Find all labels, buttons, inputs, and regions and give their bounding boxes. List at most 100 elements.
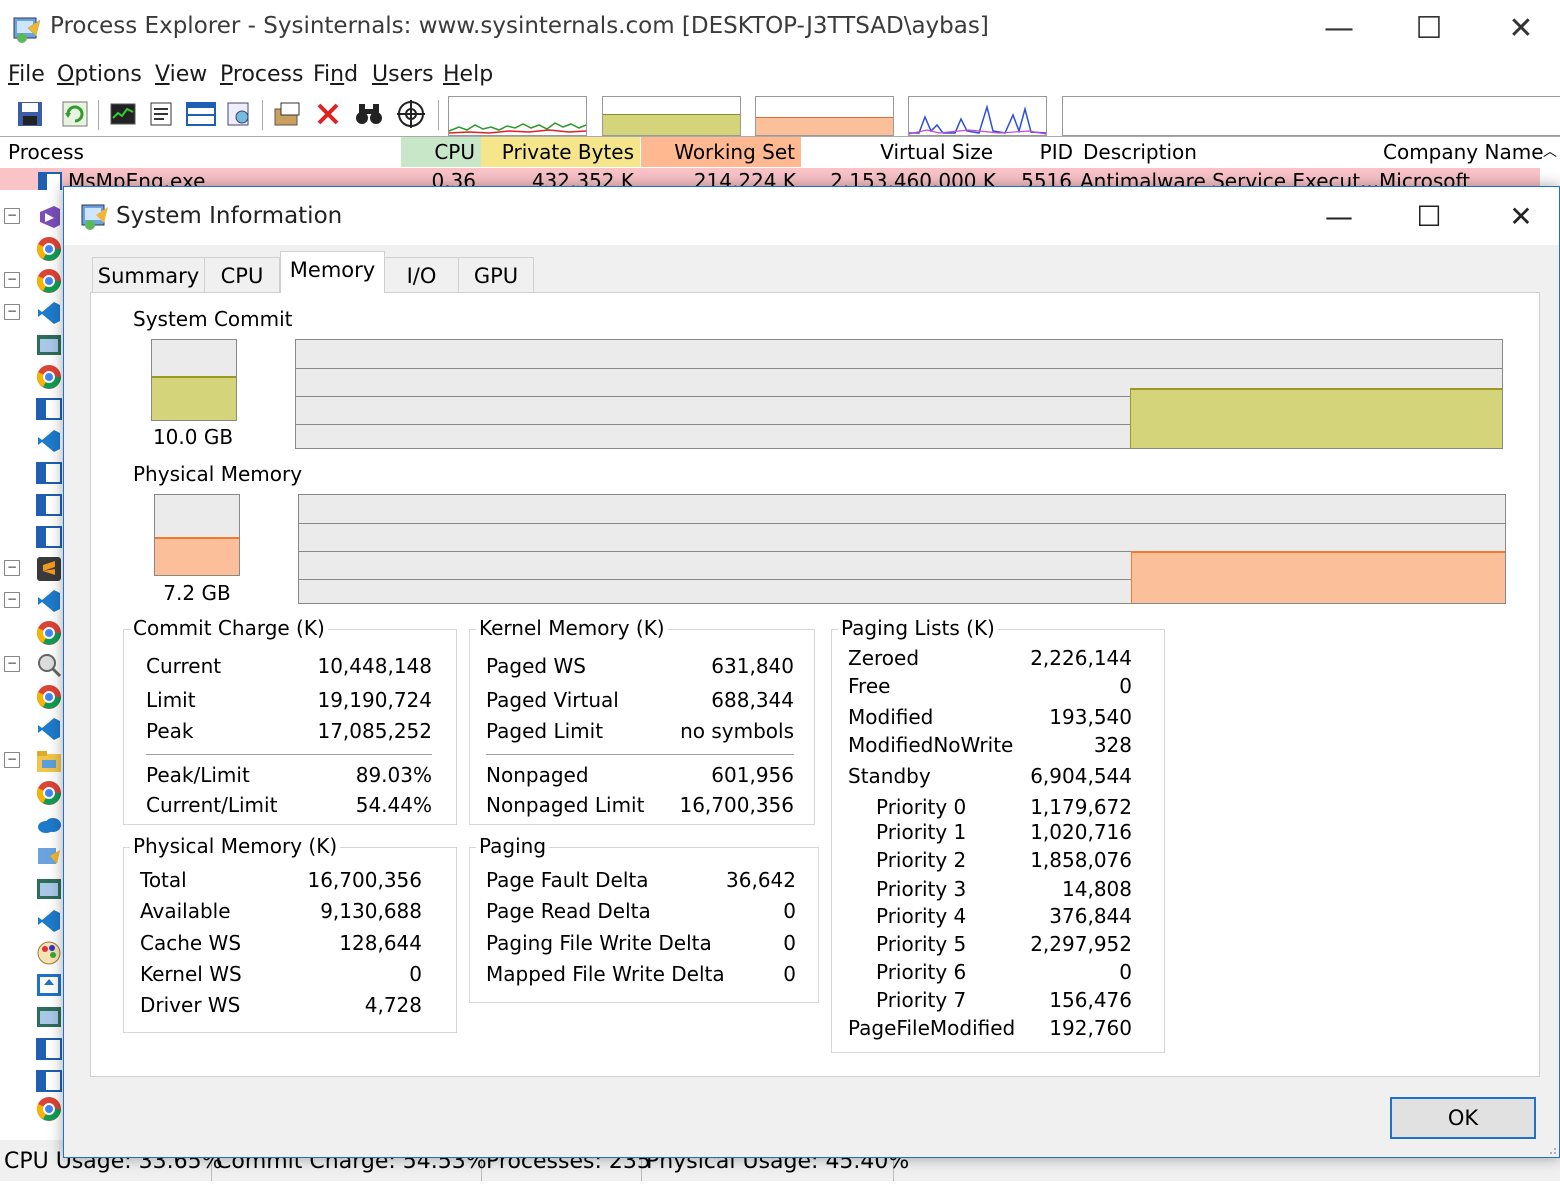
phys-driver-ws-value: 4,728 <box>364 993 422 1017</box>
menu-item[interactable]: Find <box>313 62 358 87</box>
paging-list-label: Priority 0 <box>876 795 967 819</box>
collapse-toggle[interactable]: − <box>4 560 20 576</box>
phys-cache-ws-label: Cache WS <box>140 931 242 955</box>
find-button[interactable] <box>354 98 384 130</box>
close-icon: ✕ <box>1508 10 1534 46</box>
column-pid-label: PID <box>1039 140 1073 164</box>
phys-available-label: Available <box>140 899 231 923</box>
paging-list-value: 2,297,952 <box>1030 932 1132 956</box>
properties-button[interactable] <box>146 98 176 130</box>
window-app-icon <box>36 526 62 548</box>
kill-process-button[interactable] <box>313 98 343 130</box>
tab-memory[interactable]: Memory <box>280 251 385 293</box>
commit-charge-title: Commit Charge (K) <box>130 616 328 640</box>
dialog-minimize-button[interactable]: — <box>1316 197 1362 235</box>
binoculars-icon <box>356 104 382 124</box>
menu-item[interactable]: Users <box>372 62 434 87</box>
commit-mini-graph[interactable] <box>602 96 741 136</box>
scroll-up-button[interactable]: ︿ <box>1540 137 1560 167</box>
column-working-set[interactable]: Working Set <box>641 137 801 167</box>
menu-item[interactable]: Process <box>220 62 303 87</box>
refresh-button[interactable] <box>60 98 90 130</box>
chrome-icon <box>37 237 61 261</box>
vscode-icon <box>38 430 60 452</box>
file-explorer-icon <box>37 751 61 772</box>
vscode-icon <box>38 718 60 740</box>
tab-io-label: I/O <box>406 264 437 288</box>
paging-list-label: ModifiedNoWrite <box>848 733 1014 757</box>
io-mini-graph[interactable] <box>908 96 1047 136</box>
handle-view-button[interactable] <box>272 98 302 130</box>
window-app-icon <box>36 462 62 484</box>
menu-item-accelerator: F <box>8 62 20 87</box>
memory-mini-fill <box>756 116 893 135</box>
resize-grip-icon[interactable] <box>1545 1143 1557 1155</box>
page-read-delta-label: Page Read Delta <box>486 899 651 923</box>
maximize-button[interactable]: ☐ <box>1406 8 1452 48</box>
page-fault-delta-value: 36,642 <box>726 868 796 892</box>
commit-peak-limit-value: 89.03% <box>355 763 432 787</box>
menu-item[interactable]: File <box>8 62 45 87</box>
column-description[interactable]: Description <box>1077 137 1375 167</box>
menu-item[interactable]: View <box>155 62 207 87</box>
physical-memory-k-title: Physical Memory (K) <box>130 834 341 858</box>
phys-driver-ws-label: Driver WS <box>140 993 241 1017</box>
system-info-button[interactable] <box>108 98 138 130</box>
lower-pane-button[interactable] <box>186 98 216 130</box>
paging-list-label: Priority 1 <box>876 820 967 844</box>
menu-item[interactable]: Options <box>57 62 142 87</box>
column-process-label: Process <box>8 140 84 164</box>
paging-lists-group: Paging Lists (K) Zeroed 2,226,144 Free 0 Mod… <box>831 616 1165 1053</box>
search-user-icon <box>38 654 62 678</box>
kernel-nonpaged-value: 601,956 <box>711 763 794 787</box>
save-button[interactable] <box>15 98 45 130</box>
memory-mini-graph[interactable] <box>755 96 894 136</box>
mapped-file-write-delta-label: Mapped File Write Delta <box>486 962 725 986</box>
collapse-toggle[interactable]: − <box>4 304 20 320</box>
target-button[interactable] <box>396 98 426 130</box>
process-tree-strip: − − − − − − − <box>0 190 64 1135</box>
gpu-mini-graph[interactable] <box>1062 96 1560 136</box>
tab-cpu[interactable]: CPU <box>204 257 280 293</box>
kernel-paged-virtual-label: Paged Virtual <box>486 688 619 712</box>
dll-view-button[interactable] <box>224 98 254 130</box>
column-virtual-size[interactable]: Virtual Size <box>801 137 999 167</box>
minimize-icon: — <box>1324 10 1354 46</box>
ok-button[interactable]: OK <box>1390 1097 1536 1139</box>
tab-io[interactable]: I/O <box>384 257 459 293</box>
tab-summary[interactable]: Summary <box>92 257 205 293</box>
column-process[interactable]: Process <box>0 137 400 167</box>
column-company-label: Company Name <box>1383 140 1544 164</box>
column-private-bytes[interactable]: Private Bytes <box>481 137 640 167</box>
collapse-toggle[interactable]: − <box>4 752 20 768</box>
column-pid[interactable]: PID <box>999 137 1077 167</box>
tab-gpu[interactable]: GPU <box>458 257 534 293</box>
close-icon: ✕ <box>1509 199 1533 233</box>
collapse-toggle[interactable]: − <box>4 208 20 224</box>
column-cpu[interactable]: CPU <box>401 137 481 167</box>
phys-cache-ws-value: 128,644 <box>339 931 422 955</box>
kernel-paged-limit-label: Paged Limit <box>486 719 604 743</box>
collapse-toggle[interactable]: − <box>4 592 20 608</box>
menu-item[interactable]: Help <box>443 62 493 87</box>
column-company[interactable]: Company Name <box>1375 137 1544 167</box>
cpu-mini-graph[interactable] <box>448 96 587 136</box>
menu-item-text: rocess <box>232 62 304 87</box>
refresh-icon <box>62 101 88 127</box>
close-button[interactable]: ✕ <box>1498 8 1544 48</box>
kernel-memory-title: Kernel Memory (K) <box>476 616 668 640</box>
menu-item-accelerator: H <box>443 62 460 87</box>
collapse-toggle[interactable]: − <box>4 656 20 672</box>
physical-memory-gauge <box>154 494 240 576</box>
dialog-maximize-button[interactable]: ☐ <box>1406 197 1452 235</box>
minimize-button[interactable]: — <box>1316 8 1362 48</box>
kernel-memory-group: Kernel Memory (K) Paged WS 631,840 Paged… <box>469 616 815 825</box>
collapse-toggle[interactable]: − <box>4 272 20 288</box>
paging-list-value: 1,858,076 <box>1030 848 1132 872</box>
dialog-close-button[interactable]: ✕ <box>1498 197 1544 235</box>
column-virtual-size-label: Virtual Size <box>880 140 993 164</box>
commit-limit-label: Limit <box>146 688 196 712</box>
process-explorer-icon <box>38 848 60 864</box>
vscode-icon <box>38 910 60 932</box>
menu-item-text: ptions <box>74 62 142 87</box>
